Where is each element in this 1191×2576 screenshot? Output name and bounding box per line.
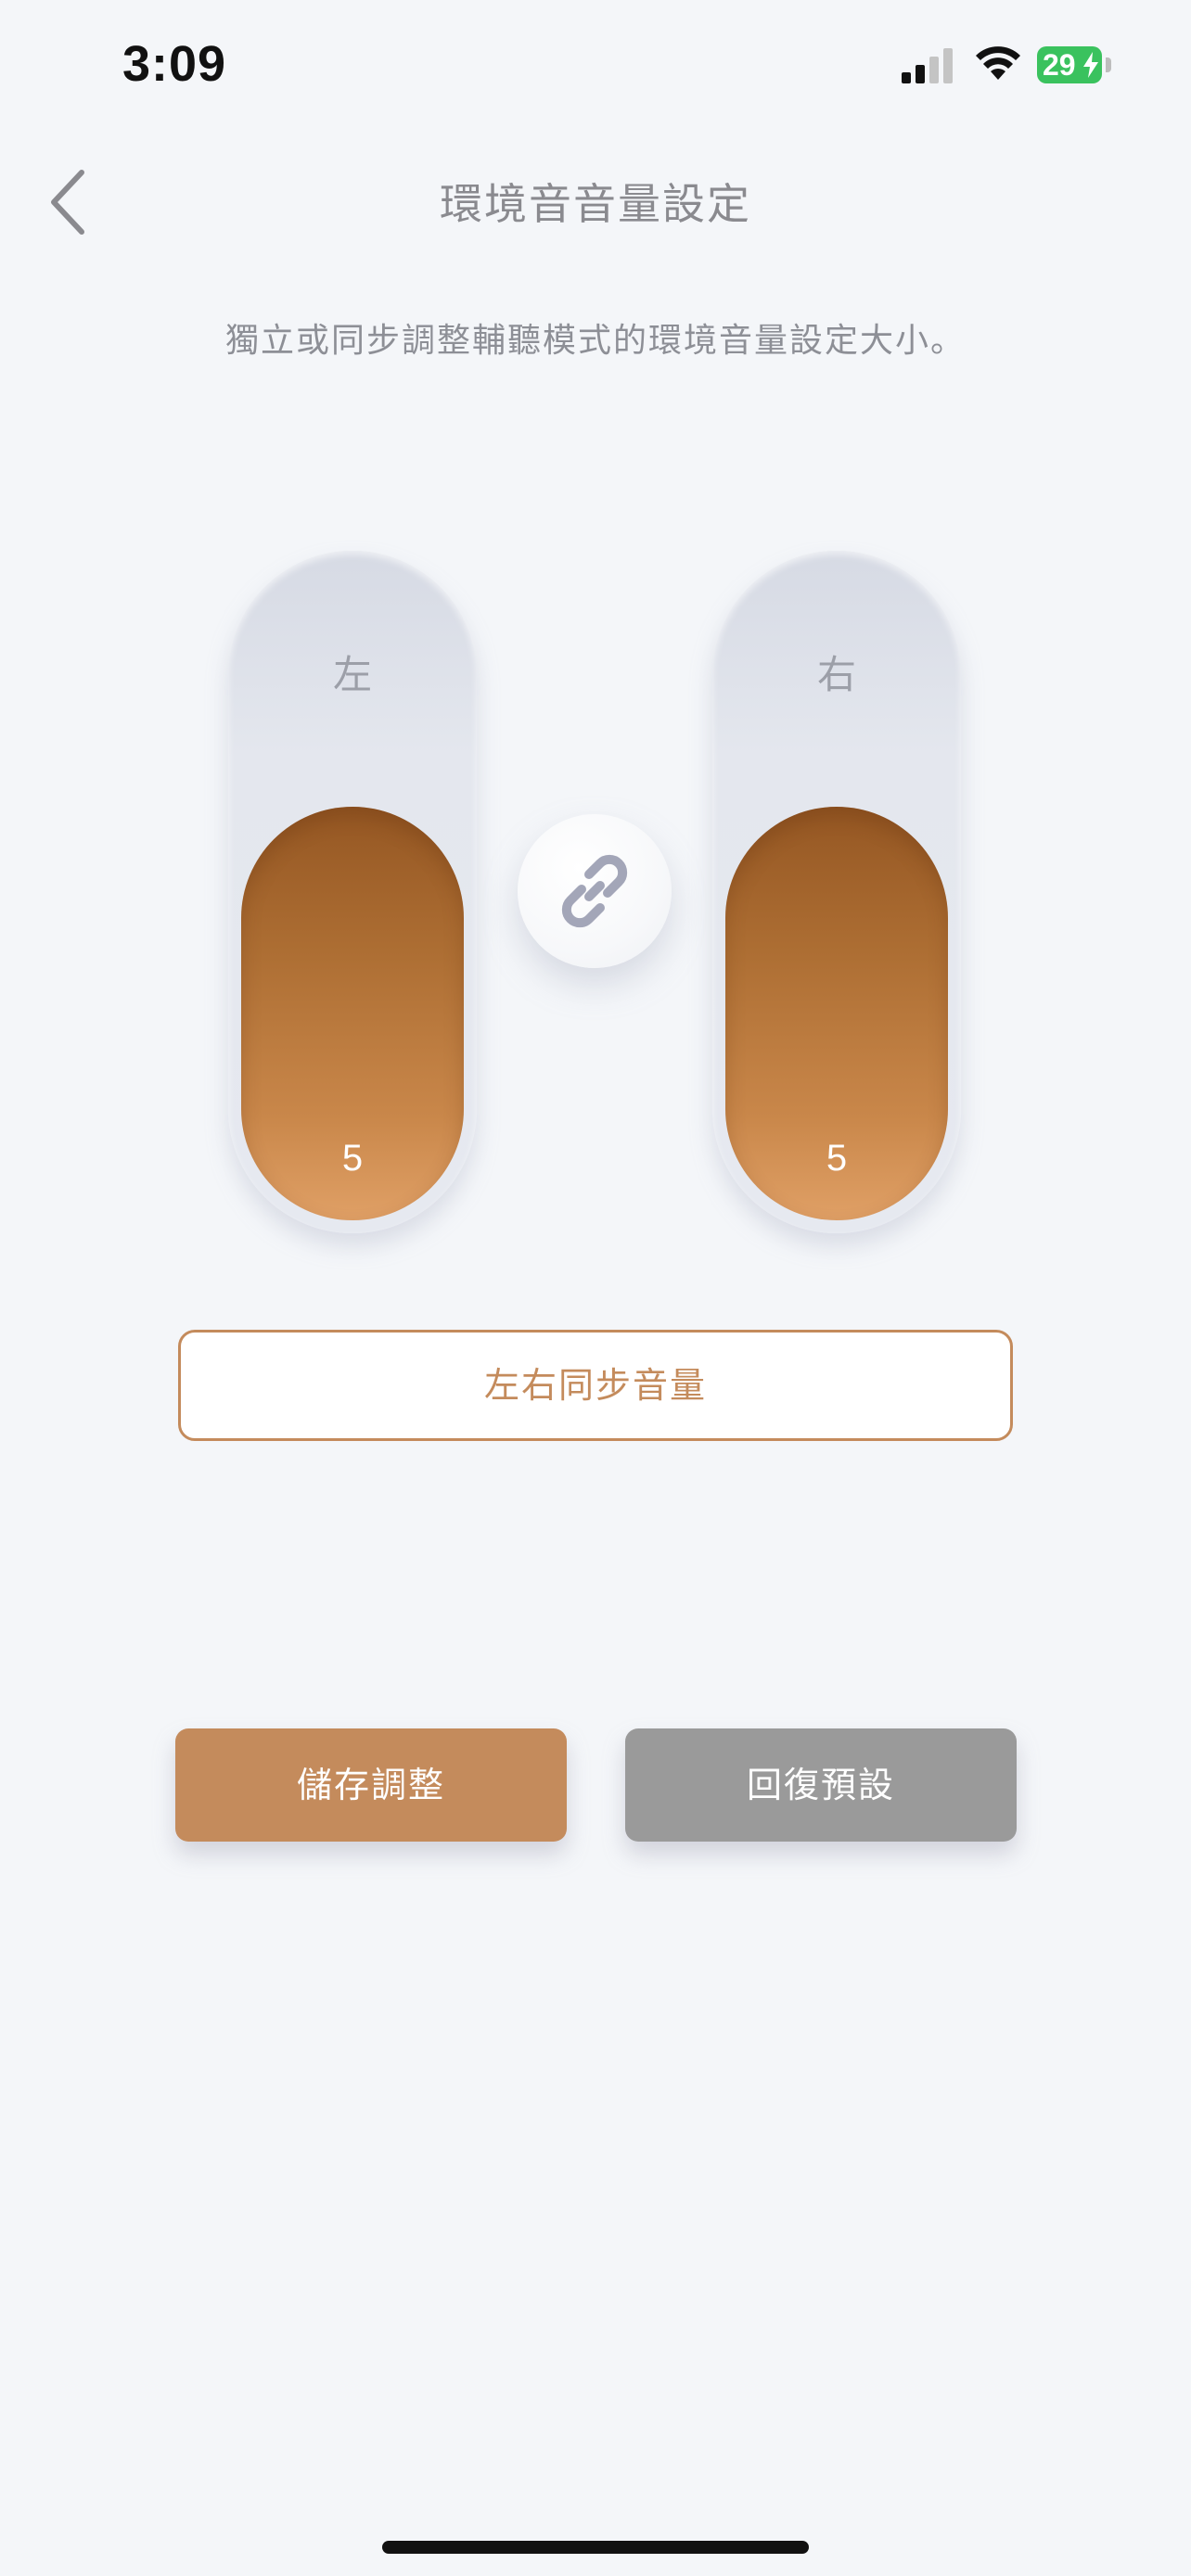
left-slider-fill[interactable]: 5 — [241, 807, 464, 1220]
sync-volume-button[interactable]: 左右同步音量 — [178, 1330, 1013, 1441]
wifi-icon — [976, 46, 1020, 80]
left-volume-slider[interactable]: 左 5 — [228, 551, 477, 1233]
battery-charging-icon — [1083, 52, 1098, 78]
right-volume-slider[interactable]: 右 5 — [712, 551, 961, 1233]
battery-cap — [1106, 57, 1111, 72]
battery-level: 29 — [1043, 48, 1076, 82]
link-icon — [561, 854, 628, 928]
signal-icon — [902, 48, 953, 83]
reset-default-button[interactable]: 回復預設 — [625, 1728, 1017, 1842]
left-slider-label: 左 — [332, 652, 372, 697]
save-button[interactable]: 儲存調整 — [175, 1728, 567, 1842]
home-indicator[interactable] — [382, 2541, 809, 2554]
right-slider-label: 右 — [816, 652, 856, 697]
page-title: 環境音音量設定 — [440, 179, 751, 229]
right-slider-fill[interactable]: 5 — [725, 807, 948, 1220]
right-slider-value: 5 — [826, 1138, 848, 1179]
link-toggle-button[interactable] — [518, 814, 672, 968]
status-time: 3:09 — [122, 36, 227, 92]
left-slider-value: 5 — [341, 1138, 364, 1179]
screen: 3:09 29 環境音音量設定 獨立或同步調整輔聽模式的環境音量設定大小。 左 … — [0, 0, 1191, 2576]
page-description: 獨立或同步調整輔聽模式的環境音量設定大小。 — [224, 322, 966, 360]
